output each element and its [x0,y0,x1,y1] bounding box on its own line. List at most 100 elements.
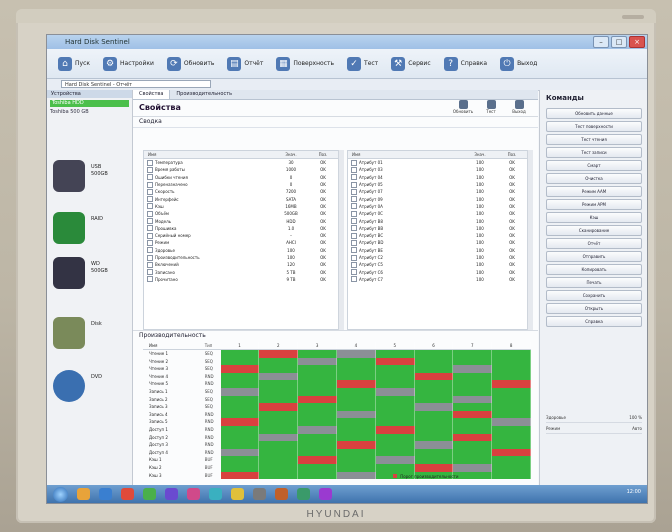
command-button[interactable]: Очистка [546,173,642,184]
list-row[interactable]: Режим AHCI OK [144,239,339,246]
device-item[interactable]: Disk [51,315,129,355]
row-checkbox[interactable] [351,218,357,225]
perf-row[interactable]: Запись 5 RND [143,418,531,426]
row-checkbox[interactable] [351,203,357,210]
row-checkbox[interactable] [351,269,357,276]
list-row[interactable]: Прошивка 1.0 OK [144,225,339,232]
command-button[interactable]: Сохранить [546,290,642,301]
start-button[interactable] [53,486,68,502]
command-button[interactable]: Обновить данные [546,108,642,119]
row-checkbox[interactable] [147,203,153,210]
row-checkbox[interactable] [147,210,153,217]
taskbar-app-icon[interactable] [319,488,332,500]
list-row[interactable]: Атрибут 05 100 OK [348,181,528,188]
device-item[interactable]: RAID [51,210,129,250]
row-checkbox[interactable] [147,174,153,181]
list-row[interactable]: Кэш 16MB OK [144,203,339,210]
taskbar-app-icon[interactable] [275,488,288,500]
command-button[interactable]: Режим AAM [546,186,642,197]
perf-row[interactable]: Доступ 2 RND [143,433,531,442]
command-button[interactable]: Открыть [546,303,642,314]
maximize-button[interactable]: □ [611,36,627,48]
row-checkbox[interactable] [147,247,153,254]
list-row[interactable]: Записано 5 TB OK [144,268,339,276]
toolbar-button[interactable]: ▤ Отчёт [222,52,268,76]
command-button[interactable]: Отправить [546,251,642,262]
list-row[interactable]: Скорость 7200 OK [144,188,339,195]
list-row[interactable]: Переназначено 0 OK [144,181,339,188]
row-checkbox[interactable] [351,232,357,239]
row-checkbox[interactable] [351,196,357,203]
row-checkbox[interactable] [147,276,153,283]
minimize-button[interactable]: – [593,36,609,48]
row-checkbox[interactable] [351,159,357,166]
row-checkbox[interactable] [351,254,357,261]
header-status[interactable]: Поз. [307,151,339,158]
taskbar-app-icon[interactable] [143,488,156,500]
list-row[interactable]: Время работы 1000 OK [144,166,339,173]
list-row[interactable]: Атрибут C2 100 OK [348,254,528,261]
list-row[interactable]: Интерфейс SATA OK [144,195,339,203]
header-value[interactable]: Знач. [275,151,307,158]
list-row[interactable]: Атрибут B8 100 OK [348,217,528,225]
perf-header-cell[interactable]: 1 [221,342,260,349]
perf-header-cell[interactable]: 6 [415,342,454,349]
row-checkbox[interactable] [147,225,153,232]
header-name[interactable]: Имя [144,151,275,158]
taskbar-app-icon[interactable] [187,488,200,500]
address-field[interactable]: Hard Disk Sentinel - Отчёт [61,80,211,88]
row-checkbox[interactable] [351,166,357,173]
row-checkbox[interactable] [147,239,153,246]
row-checkbox[interactable] [147,254,153,261]
perf-row[interactable]: Чтение 2 SEQ [143,357,531,366]
perf-row[interactable]: Доступ 1 RND [143,425,531,434]
selected-device[interactable]: Toshiba HDD [50,100,129,107]
perf-row[interactable]: Запись 1 SEQ [143,387,531,396]
scrollbar[interactable] [338,150,344,330]
list-row[interactable]: Температура 30 OK [144,159,339,166]
command-button[interactable]: Отчёт [546,238,642,249]
toolbar-button[interactable]: ▦ Поверхность [271,52,339,76]
perf-row[interactable]: Доступ 4 RND [143,448,531,457]
perf-row[interactable]: Чтение 1 SEQ [143,350,531,358]
row-checkbox[interactable] [351,188,357,195]
row-checkbox[interactable] [147,218,153,225]
tab-performance[interactable]: Производительность [170,90,238,99]
list-row[interactable]: Модель HDD OK [144,217,339,225]
list-row[interactable]: Атрибут 0A 100 OK [348,203,528,210]
row-checkbox[interactable] [351,261,357,268]
taskbar-app-icon[interactable] [99,488,112,500]
list-row[interactable]: Атрибут BE 100 OK [348,247,528,254]
perf-header-cell[interactable]: Тип [205,342,221,349]
device-item[interactable]: DVD [51,368,129,408]
device-tab[interactable]: Устройства [47,90,132,98]
taskbar-app-icon[interactable] [253,488,266,500]
list-row[interactable]: Атрибут 09 100 OK [348,195,528,203]
toolbar-button[interactable]: ⚒ Сервис [386,52,435,76]
list-row[interactable]: Атрибут C6 100 OK [348,268,528,276]
toolbar-button[interactable]: ⚙ Настройки [98,52,159,76]
list-row[interactable]: Атрибут BD 100 OK [348,239,528,246]
row-checkbox[interactable] [351,174,357,181]
perf-row[interactable]: Доступ 3 RND [143,441,531,449]
list-row[interactable]: Атрибут 0C 100 OK [348,210,528,217]
row-checkbox[interactable] [351,210,357,217]
list-row[interactable]: Ошибки чтения 0 OK [144,174,339,181]
row-checkbox[interactable] [351,276,357,283]
command-button[interactable]: Тест чтения [546,134,642,145]
taskbar-app-icon[interactable] [231,488,244,500]
perf-row[interactable]: Чтение 5 RND [143,380,531,388]
row-checkbox[interactable] [147,196,153,203]
command-button[interactable]: Режим APM [546,199,642,210]
row-checkbox[interactable] [351,225,357,232]
toolbar-button[interactable]: ? Справка [439,52,492,76]
device-item[interactable]: USB 500GB [51,158,129,198]
taskbar-app-icon[interactable] [297,488,310,500]
row-checkbox[interactable] [147,232,153,239]
command-button[interactable]: Печать [546,277,642,288]
row-checkbox[interactable] [351,181,357,188]
command-button[interactable]: Кэш [546,212,642,223]
list-row[interactable]: Атрибут 04 100 OK [348,174,528,181]
command-button[interactable]: Копировать [546,264,642,275]
row-checkbox[interactable] [147,269,153,276]
